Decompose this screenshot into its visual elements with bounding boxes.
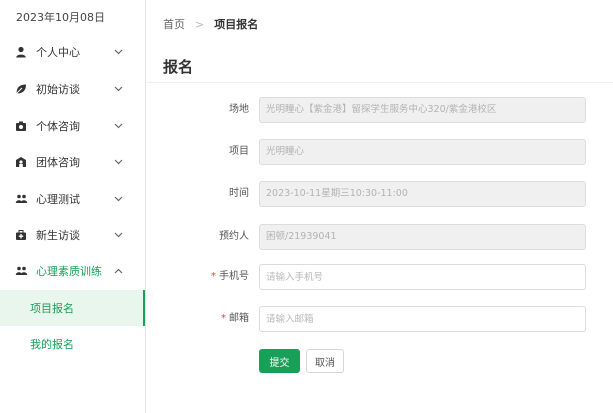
venue-field: 光明瞳心【紫金港】留探学生服务中心320/紫金港校区 [259,97,586,123]
email-input[interactable] [259,306,586,332]
user-icon [14,45,28,59]
medical-bag-icon [14,228,28,242]
time-label: 时间 [229,188,249,199]
form-row-booker: 预约人 困顿/21939041 [147,224,613,250]
form-row-email: * 邮箱 [147,306,613,332]
breadcrumb: 首页 > 项目报名 [163,16,258,32]
project-field: 光明瞳心 [259,139,586,165]
time-field: 2023-10-11星期三10:30-11:00 [259,181,586,207]
submit-button[interactable]: 提交 [259,349,300,373]
email-label: * 邮箱 [221,306,249,332]
menu-label: 个体咨询 [36,120,80,133]
menu-label: 心理测试 [36,193,80,206]
phone-label: * 手机号 [211,264,249,290]
menu-item-psychological-quality-training[interactable]: 心理素质训练 [0,253,145,289]
people-icon [14,192,28,206]
chevron-down-icon [113,157,123,167]
group-icon [14,155,28,169]
chevron-up-icon [113,266,123,276]
breadcrumb-home-link[interactable]: 首页 [163,16,185,32]
chevron-down-icon [113,84,123,94]
phone-input[interactable] [259,264,586,290]
submenu-label: 我的报名 [30,338,74,351]
form-row-phone: * 手机号 [147,264,613,290]
venue-label: 场地 [229,104,249,115]
menu-item-initial-interview[interactable]: 初始访谈 [0,71,145,107]
breadcrumb-separator: > [195,17,205,31]
cancel-button[interactable]: 取消 [306,349,344,373]
form-row-venue: 场地 光明瞳心【紫金港】留探学生服务中心320/紫金港校区 [147,97,613,123]
submenu-item-project-signup[interactable]: 项目报名 [0,290,145,326]
menu-label: 新生访谈 [36,229,80,242]
people-icon [14,264,28,278]
menu-item-individual-consultation[interactable]: 个体咨询 [0,108,145,144]
menu-label: 初始访谈 [36,83,80,96]
chevron-down-icon [113,47,123,57]
form-row-time: 时间 2023-10-11星期三10:30-11:00 [147,181,613,207]
menu-item-freshman-interview[interactable]: 新生访谈 [0,217,145,253]
menu-label: 心理素质训练 [36,265,102,278]
project-label: 项目 [229,146,249,157]
leaf-icon [14,82,28,96]
chevron-down-icon [113,194,123,204]
main-content: 首页 > 项目报名 报名 场地 光明瞳心【紫金港】留探学生服务中心320/紫金港… [147,0,613,413]
required-mark: * [211,271,216,282]
menu-label: 个人中心 [36,46,80,59]
camera-icon [14,119,28,133]
chevron-down-icon [113,230,123,240]
current-date: 2023年10月08日 [16,11,105,24]
email-label-text: 邮箱 [229,313,249,324]
form-row-project: 项目 光明瞳心 [147,139,613,165]
menu-item-personal-center[interactable]: 个人中心 [0,34,145,70]
required-mark: * [221,313,226,324]
menu-item-group-consultation[interactable]: 团体咨询 [0,144,145,180]
chevron-down-icon [113,121,123,131]
booker-label: 预约人 [219,231,249,242]
phone-label-text: 手机号 [219,271,249,282]
booker-field: 困顿/21939041 [259,224,586,250]
submenu-item-my-signups[interactable]: 我的报名 [0,326,145,362]
breadcrumb-current: 项目报名 [214,18,259,31]
submenu-label: 项目报名 [30,302,74,315]
menu-item-psychological-test[interactable]: 心理测试 [0,181,145,217]
divider [147,82,613,83]
page-title: 报名 [163,58,194,76]
sidebar: 2023年10月08日 个人中心 初始访谈 个体咨询 团体咨询 心理测试 新生访… [0,0,146,413]
menu-label: 团体咨询 [36,156,80,169]
